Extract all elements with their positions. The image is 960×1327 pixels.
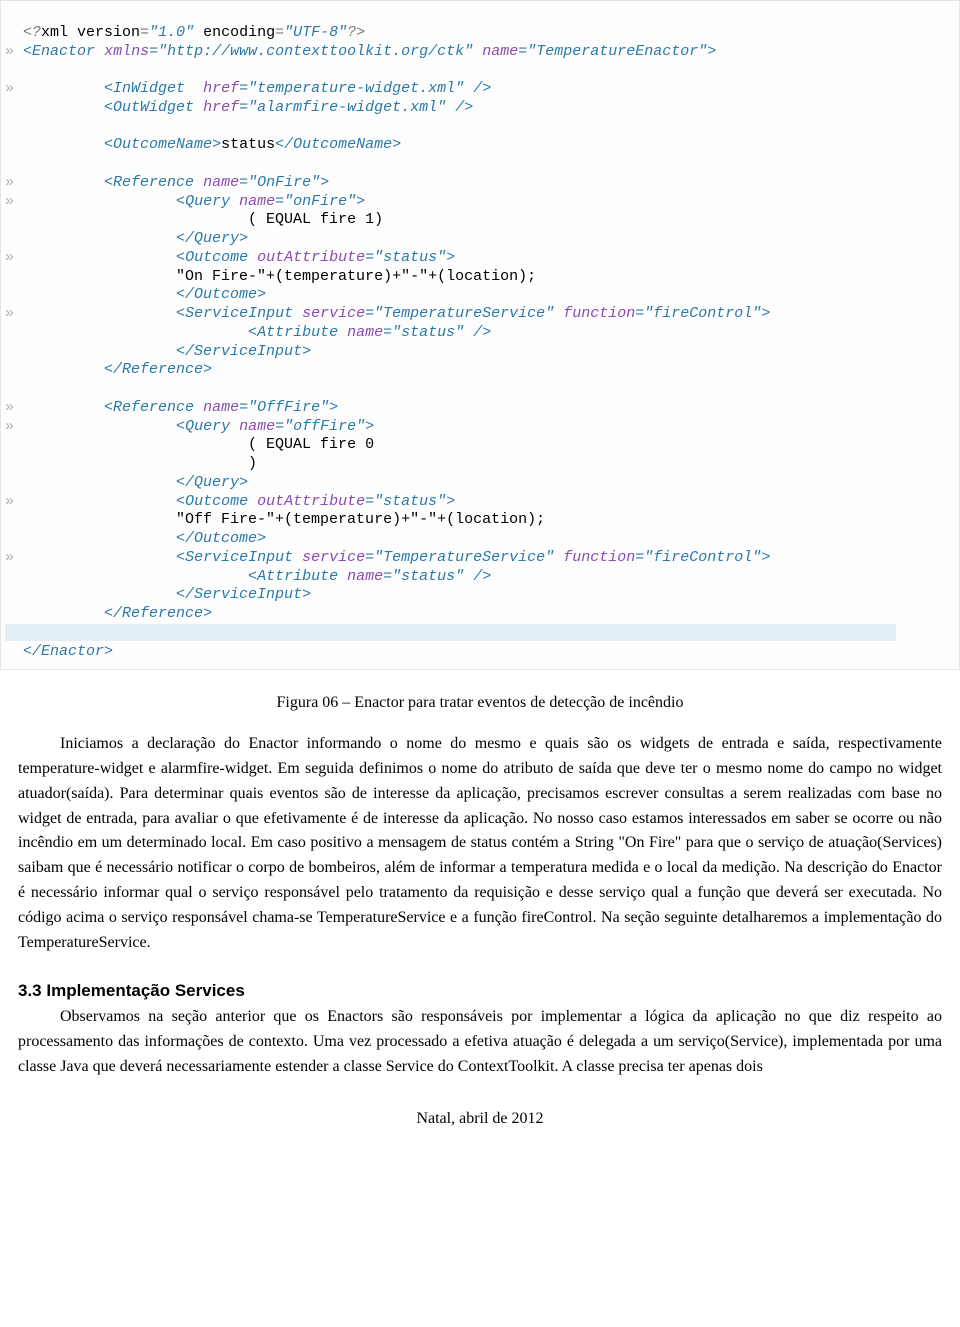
active-code-line xyxy=(5,624,896,641)
section-heading: 3.3 Implementação Services xyxy=(18,981,942,1001)
figure-caption: Figura 06 – Enactor para tratar eventos … xyxy=(0,694,960,712)
page-footer: Natal, abril de 2012 xyxy=(0,1110,960,1128)
code-line: <?xml version="1.0" encoding="UTF-8"?> xyxy=(5,24,365,41)
xml-code-listing: <?xml version="1.0" encoding="UTF-8"?> »… xyxy=(0,0,960,670)
fold-marker: » xyxy=(5,43,14,60)
paragraph-1: Iniciamos a declaração do Enactor inform… xyxy=(18,732,942,955)
paragraph-2: Observamos na seção anterior que os Enac… xyxy=(18,1005,942,1079)
